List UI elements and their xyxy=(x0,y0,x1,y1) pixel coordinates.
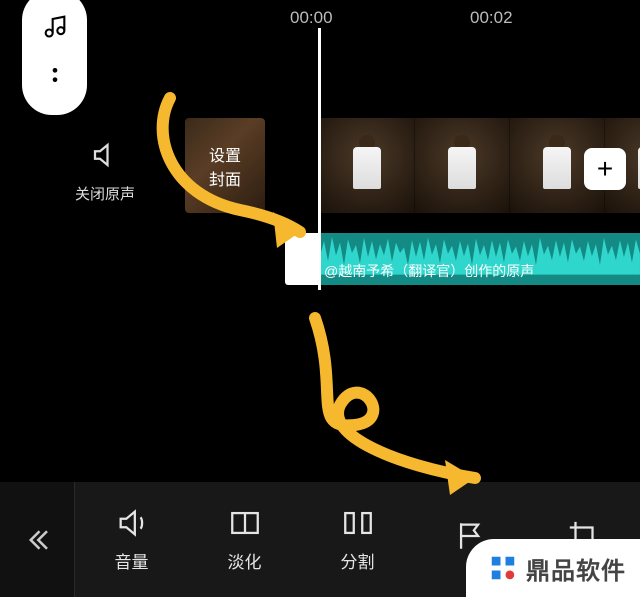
video-frame xyxy=(415,118,510,213)
mute-label: 关闭原声 xyxy=(75,183,135,204)
split-icon xyxy=(341,506,375,540)
add-clip-button[interactable]: + xyxy=(584,148,626,190)
audio-clip: @越南予希（翻译官）创作的原声 xyxy=(320,233,640,285)
music-icon[interactable] xyxy=(41,12,69,45)
watermark: 鼎品软件 xyxy=(466,539,640,597)
watermark-logo-icon xyxy=(488,553,518,583)
side-menu-pill xyxy=(22,0,87,115)
annotation-arrow-2 xyxy=(300,310,520,495)
fade-tool[interactable]: 淡化 xyxy=(205,506,285,573)
volume-icon xyxy=(115,506,149,540)
timestamp-start: 00:00 xyxy=(290,8,333,28)
split-tool[interactable]: 分割 xyxy=(318,506,398,573)
set-cover-button[interactable]: 设置 封面 xyxy=(185,118,265,213)
mute-original-button[interactable]: 关闭原声 xyxy=(75,140,135,204)
split-label: 分割 xyxy=(341,548,375,573)
back-button[interactable] xyxy=(0,482,75,597)
timestamp-mark: 00:02 xyxy=(470,8,513,28)
plus-icon: + xyxy=(597,153,613,185)
fade-icon xyxy=(228,506,262,540)
video-frame xyxy=(320,118,415,213)
cover-label: 设置 封面 xyxy=(209,142,241,190)
fade-label: 淡化 xyxy=(228,548,262,573)
playhead[interactable] xyxy=(318,28,321,290)
watermark-text: 鼎品软件 xyxy=(526,551,626,586)
chevron-left-icon xyxy=(22,525,52,555)
volume-label: 音量 xyxy=(115,548,149,573)
audio-label: @越南予希（翻译官）创作的原声 xyxy=(324,261,534,281)
speaker-icon xyxy=(75,140,135,177)
volume-tool[interactable]: 音量 xyxy=(92,506,172,573)
more-icon[interactable] xyxy=(41,61,69,93)
audio-track[interactable]: @越南予希（翻译官）创作的原声 xyxy=(285,233,640,285)
